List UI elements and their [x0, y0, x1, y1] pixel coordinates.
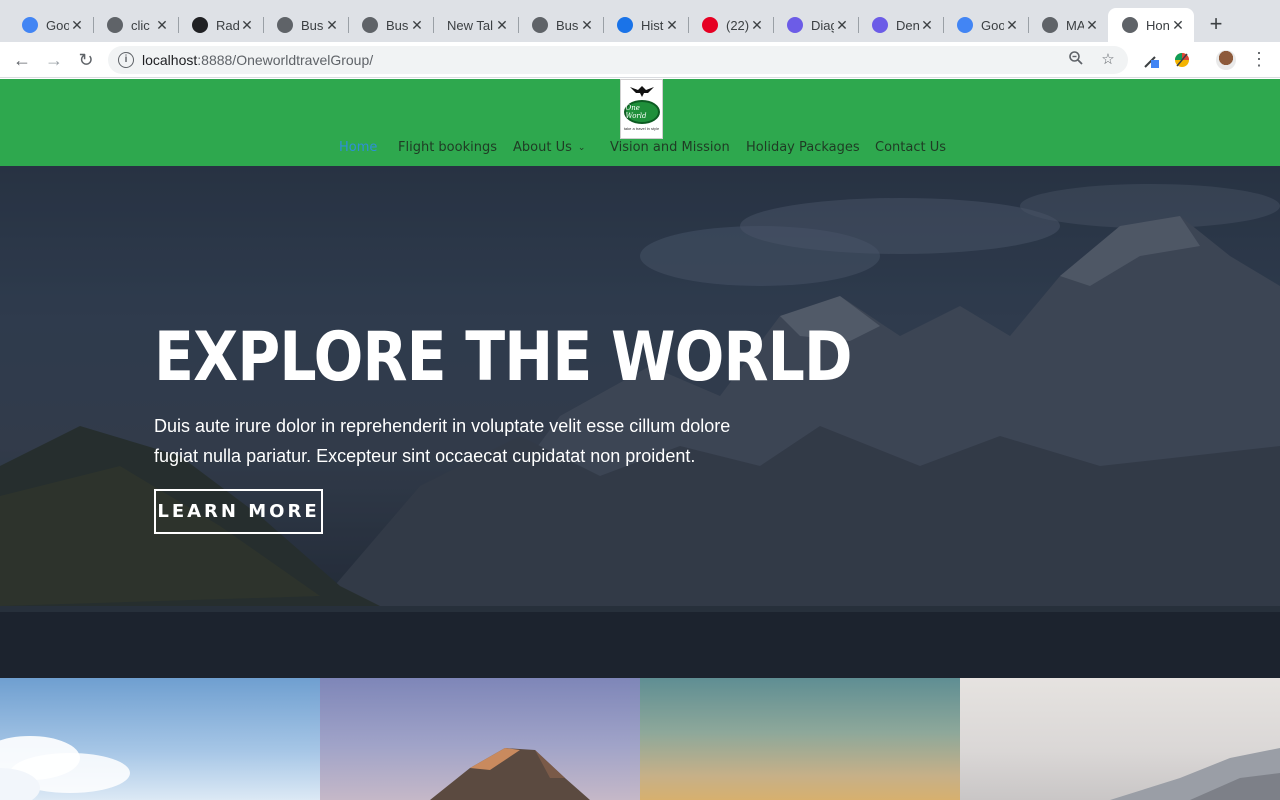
- close-tab-icon[interactable]: ✕: [579, 17, 595, 34]
- tab-title: Bus: [301, 17, 324, 33]
- history-icon: [617, 17, 633, 33]
- tab-title: Goo: [981, 17, 1004, 33]
- nav-holiday-packages[interactable]: Holiday Packages: [746, 140, 860, 155]
- profile-avatar[interactable]: [1216, 50, 1236, 70]
- hero-description: Duis aute irure dolor in reprehenderit i…: [154, 416, 731, 466]
- google-icon: [957, 17, 973, 33]
- tab-title: New Tal: [447, 17, 494, 33]
- tab-title: clic: [131, 17, 150, 33]
- logo-badge: One World: [623, 100, 660, 124]
- browser-tab[interactable]: Goo ✕: [8, 8, 93, 42]
- close-tab-icon[interactable]: ✕: [494, 17, 510, 34]
- browser-tab[interactable]: clic ✕: [93, 8, 178, 42]
- gallery-image-4[interactable]: [960, 678, 1280, 800]
- browser-tab[interactable]: Den ✕: [858, 8, 943, 42]
- eyedropper-extension-icon[interactable]: [1142, 50, 1162, 70]
- close-tab-icon[interactable]: ✕: [1004, 17, 1020, 34]
- tab-title: MA: [1066, 17, 1084, 33]
- site-logo[interactable]: One World take a travel in style: [620, 79, 663, 139]
- hills-image: [1110, 748, 1280, 800]
- gallery-image-3[interactable]: [640, 678, 960, 800]
- tab-title: Bus: [386, 17, 409, 33]
- browser-tab[interactable]: Hon ✕: [1108, 8, 1194, 42]
- browser-tab[interactable]: Goo ✕: [943, 8, 1028, 42]
- close-tab-icon[interactable]: ✕: [1170, 17, 1186, 34]
- address-bar[interactable]: i localhost:8888/OneworldtravelGroup/ ☆: [108, 46, 1128, 74]
- new-tab-button[interactable]: +: [1204, 12, 1228, 36]
- nav-contact-us[interactable]: Contact Us: [875, 140, 946, 155]
- browser-tab[interactable]: New Tal ✕: [433, 8, 518, 42]
- browser-tab[interactable]: Radi✕: [178, 8, 263, 42]
- browser-tab[interactable]: MA ✕: [1028, 8, 1108, 42]
- browser-toolbar: ← → ↻ i localhost:8888/OneworldtravelGro…: [0, 42, 1280, 78]
- tab-title: Radi: [216, 17, 239, 33]
- browser-tab[interactable]: Hist ✕: [603, 8, 688, 42]
- gallery-image-2[interactable]: [320, 678, 640, 800]
- hero-section: EXPLORE THE WORLD Duis aute irure dolor …: [0, 166, 1280, 678]
- close-tab-icon[interactable]: ✕: [664, 17, 680, 34]
- tab-title: Diag: [811, 17, 834, 33]
- forward-icon[interactable]: →: [42, 48, 66, 72]
- reload-icon[interactable]: ↻: [74, 48, 98, 72]
- browser-tab[interactable]: Bus ✕: [518, 8, 603, 42]
- close-tab-icon[interactable]: ✕: [69, 17, 85, 34]
- bookmark-star-icon[interactable]: ☆: [1098, 50, 1118, 70]
- browser-menu-icon[interactable]: ⋮: [1250, 48, 1268, 72]
- radix-icon: [192, 17, 208, 33]
- diagram-app-icon: [787, 17, 803, 33]
- tab-title: Hon: [1146, 17, 1170, 33]
- tab-title: Bus: [556, 17, 579, 33]
- browser-tab[interactable]: Diag✕: [773, 8, 858, 42]
- gallery-image-1[interactable]: [0, 678, 320, 800]
- back-icon[interactable]: ←: [10, 48, 34, 72]
- globe-icon: [362, 17, 378, 33]
- tab-title: (22): [726, 17, 749, 33]
- main-nav: Home Flight bookings About Us ⌄ Vision an…: [0, 140, 1280, 160]
- nav-home[interactable]: Home: [339, 140, 377, 155]
- pinterest-icon: [702, 17, 718, 33]
- github-icon: [1122, 17, 1138, 33]
- color-extension-icon[interactable]: [1172, 50, 1192, 70]
- nav-about-us[interactable]: About Us ⌄: [513, 140, 585, 155]
- gallery-strip: [0, 678, 1280, 800]
- eagle-icon: [629, 86, 654, 97]
- close-tab-icon[interactable]: ✕: [919, 17, 935, 34]
- url-text[interactable]: localhost:8888/OneworldtravelGroup/: [142, 52, 373, 68]
- close-tab-icon[interactable]: ✕: [154, 17, 170, 34]
- close-tab-icon[interactable]: ✕: [409, 17, 425, 34]
- close-tab-icon[interactable]: ✕: [749, 17, 765, 34]
- close-tab-icon[interactable]: ✕: [834, 17, 850, 34]
- hero-title: EXPLORE THE WORLD: [154, 318, 853, 397]
- learn-more-button[interactable]: LEARN MORE: [154, 489, 323, 534]
- tab-title: Den: [896, 17, 919, 33]
- google-icon: [22, 17, 38, 33]
- mountain-peak-image: [430, 748, 590, 800]
- close-tab-icon[interactable]: ✕: [239, 17, 255, 34]
- tab-title: Hist: [641, 17, 664, 33]
- close-tab-icon[interactable]: ✕: [1084, 17, 1100, 34]
- zoom-icon[interactable]: [1066, 50, 1086, 70]
- logo-tagline: take a travel in style: [623, 126, 660, 131]
- chevron-down-icon: ⌄: [577, 143, 586, 153]
- diagram-app-icon: [872, 17, 888, 33]
- browser-tab[interactable]: Bus ✕: [348, 8, 433, 42]
- globe-icon: [107, 17, 123, 33]
- browser-tab-strip: Goo✕clic✕Radi✕Bus✕Bus✕New Tal✕Bus✕Hist✕(…: [0, 0, 1280, 42]
- site-header: One World take a travel in style Home Fl…: [0, 79, 1280, 166]
- globe-icon: [277, 17, 293, 33]
- browser-tab[interactable]: Bus ✕: [263, 8, 348, 42]
- github-icon: [1042, 17, 1058, 33]
- nav-flight-bookings[interactable]: Flight bookings: [398, 140, 497, 155]
- close-tab-icon[interactable]: ✕: [324, 17, 340, 34]
- globe-icon: [532, 17, 548, 33]
- site-info-icon[interactable]: i: [118, 52, 134, 68]
- nav-vision-mission[interactable]: Vision and Mission: [610, 140, 730, 155]
- tab-title: Goo: [46, 17, 69, 33]
- browser-tab[interactable]: (22) ✕: [688, 8, 773, 42]
- sky-clouds-image: [0, 736, 130, 800]
